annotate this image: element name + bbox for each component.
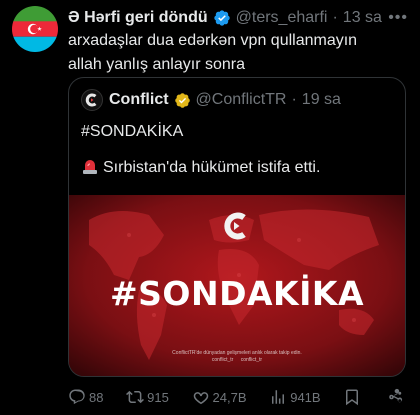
avatar[interactable] xyxy=(12,6,58,52)
repost-icon xyxy=(126,390,145,404)
like-icon xyxy=(193,392,208,405)
conflict-logo-icon[interactable] xyxy=(81,89,103,111)
tweet-text-line-2: allah yanlış anlayır sonra xyxy=(68,56,245,73)
siren-emoji-icon xyxy=(83,160,97,174)
quote-author-handle: @ConflictTR xyxy=(195,91,287,108)
media-footer-social-2: conflict_tr xyxy=(240,357,263,363)
quote-text-body: Sırbistan'da hükümet istifa etti. xyxy=(103,159,321,176)
quoted-tweet[interactable]: Conflict @ConflictTR · 19 sa #SONDAKİKA … xyxy=(68,77,406,377)
like-count: 24,7B xyxy=(212,389,247,405)
views-count: 941B xyxy=(290,389,321,405)
action-bar: 88 915 24,7B 941B xyxy=(68,386,408,408)
views-button[interactable]: 941B xyxy=(269,388,321,406)
bookmark-icon xyxy=(346,389,359,406)
bookmark-button[interactable] xyxy=(343,388,364,406)
repost-button[interactable]: 915 xyxy=(126,388,169,406)
media-logo-icon xyxy=(224,212,246,240)
author-name[interactable]: Ə Hərfi geri döndü xyxy=(68,9,208,27)
author-handle[interactable]: @ters_eharfi xyxy=(236,9,328,27)
quote-header: Conflict @ConflictTR · 19 sa xyxy=(81,89,393,111)
gold-verified-badge-icon xyxy=(174,92,190,108)
media-footer: ConflictTR'de dünyadan gelişmeleri anlık… xyxy=(69,350,405,364)
quote-author-name: Conflict xyxy=(109,91,169,108)
quote-media-image[interactable]: #SONDAKİKA ConflictTR'de dünyadan gelişm… xyxy=(69,195,405,376)
verified-badge-icon xyxy=(213,10,230,26)
quote-text-line-2: Sırbistan'da hükümet istifa etti. xyxy=(81,156,393,180)
quote-separator-dot: · xyxy=(291,91,297,108)
tweet-time[interactable]: 13 sa xyxy=(343,9,382,27)
azerbaijan-flag-avatar xyxy=(12,6,58,52)
reply-icon xyxy=(69,389,85,405)
reply-count: 88 xyxy=(89,389,104,405)
reply-button[interactable]: 88 xyxy=(68,388,103,406)
tweet-header: Ə Hərfi geri döndü @ters_eharfi · 13 sa … xyxy=(68,7,408,29)
quote-hashtag[interactable]: #SONDAKİKA xyxy=(81,120,393,144)
repost-count: 915 xyxy=(147,389,169,405)
like-button[interactable]: 24,7B xyxy=(192,388,247,406)
share-icon xyxy=(389,388,403,403)
media-footer-social-1: conflict_tr xyxy=(211,357,234,363)
quote-text: #SONDAKİKA Sırbistan'da hükümet istifa e… xyxy=(81,120,393,180)
more-icon[interactable]: ••• xyxy=(388,9,408,27)
tweet-text-line-1: arxadaşlar dua edərkən vpn qullanmayın xyxy=(68,32,358,49)
quote-time: 19 sa xyxy=(301,91,341,108)
media-footer-text: ConflictTR'de dünyadan gelişmeleri anlık… xyxy=(172,350,302,356)
share-button[interactable] xyxy=(387,388,408,406)
views-icon xyxy=(272,390,285,404)
tweet-text: arxadaşlar dua edərkən vpn qullanmayın a… xyxy=(68,29,408,77)
media-title: #SONDAKİKA xyxy=(110,274,364,313)
separator-dot: · xyxy=(332,9,338,26)
